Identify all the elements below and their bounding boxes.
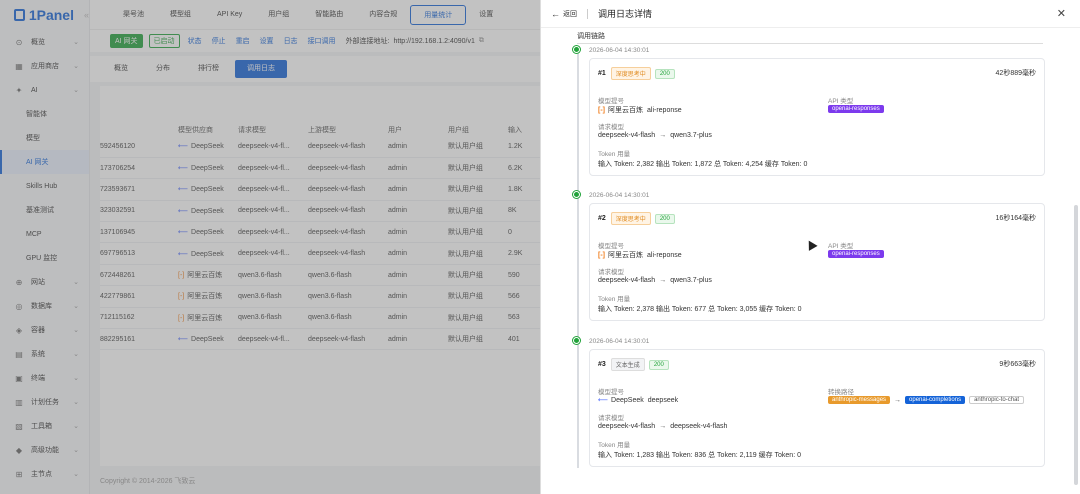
request-model-to: qwen3.7-plus bbox=[670, 132, 712, 139]
model-label: 模型提号 bbox=[598, 98, 624, 105]
back-label: 返回 bbox=[563, 10, 577, 18]
api-type-value: openai-responses bbox=[828, 250, 884, 258]
status-code-badge: 200 bbox=[654, 68, 675, 79]
request-model-value: deepseek-v4-flash → qwen3.7-plus bbox=[598, 277, 712, 284]
request-model-value: deepseek-v4-flash → qwen3.7-plus bbox=[598, 132, 712, 139]
chain-label: 调用链路 bbox=[577, 31, 1043, 44]
arrow-right-icon: → bbox=[894, 396, 902, 404]
back-button[interactable]: ← 返回 bbox=[551, 9, 577, 19]
request-model-value: deepseek-v4-flash → deepseek-v4-flash bbox=[598, 423, 727, 430]
entry-index: #3 bbox=[598, 361, 606, 368]
entry-header: #1 深度思考中 200 bbox=[598, 67, 679, 80]
close-icon[interactable]: ✕ bbox=[1057, 7, 1066, 20]
entry-header: #2 深度思考中 200 bbox=[598, 212, 679, 225]
request-model-to: deepseek-v4-flash bbox=[670, 423, 728, 430]
entry-header: #3 文本生成 200 bbox=[598, 358, 673, 371]
log-entry-card[interactable]: #2 深度思考中 200 16秒164毫秒 模型提号 [-] 阿里云百炼 ali… bbox=[589, 203, 1045, 321]
token-usage-label: Token 用量 bbox=[598, 151, 631, 158]
entry-type-tag: 文本生成 bbox=[610, 358, 645, 371]
provider-name: 阿里云百炼 bbox=[608, 252, 643, 259]
entry-type-tag: 深度思考中 bbox=[610, 67, 651, 80]
path-chip-adapter: anthropic-to-chat bbox=[969, 396, 1025, 404]
entry-index: #2 bbox=[598, 215, 606, 222]
request-model-to: qwen3.7-plus bbox=[670, 277, 712, 284]
timeline-dot bbox=[573, 46, 580, 53]
entry-duration: 16秒164毫秒 bbox=[995, 215, 1036, 222]
entry-timestamp: 2026-06-04 14:30:01 bbox=[589, 338, 650, 345]
aliyun-icon: [-] bbox=[598, 106, 605, 114]
api-type-chip: openai-responses bbox=[828, 250, 884, 258]
api-type-label: API 类型 bbox=[828, 243, 854, 250]
api-type-value: openai-responses bbox=[828, 105, 884, 113]
request-model-label: 请求模型 bbox=[598, 124, 624, 131]
entry-timestamp: 2026-06-04 14:30:01 bbox=[589, 192, 650, 199]
modal-mask[interactable] bbox=[0, 0, 540, 494]
provider-name: 阿里云百炼 bbox=[608, 107, 643, 114]
model-name: deepseek bbox=[647, 396, 679, 404]
entry-duration: 9秒663毫秒 bbox=[999, 361, 1036, 368]
token-usage-value: 输入 Token: 1,283 输出 Token: 836 总 Token: 2… bbox=[598, 452, 801, 459]
token-usage-label: Token 用量 bbox=[598, 442, 631, 449]
log-entry-card[interactable]: #1 深度思考中 200 42秒889毫秒 模型提号 [-] 阿里云百炼 ali… bbox=[589, 58, 1045, 176]
header-divider bbox=[587, 8, 588, 19]
model-name: ali-reponse bbox=[647, 251, 682, 259]
entry-index: #1 bbox=[598, 70, 606, 77]
conversion-path: anthropic-messages → openai-completions … bbox=[828, 396, 1025, 404]
model-value: [-] 阿里云百炼 ali-reponse bbox=[598, 105, 682, 115]
model-value: [-] 阿里云百炼 ali-reponse bbox=[598, 250, 682, 260]
arrow-right-icon: → bbox=[659, 423, 667, 430]
drawer-scrollbar[interactable] bbox=[1074, 205, 1078, 485]
log-entry-card[interactable]: #3 文本生成 200 9秒663毫秒 模型提号 ⟵ DeepSeek deep… bbox=[589, 349, 1045, 467]
status-code-badge: 200 bbox=[648, 359, 669, 370]
model-label: 模型提号 bbox=[598, 243, 624, 250]
status-code-badge: 200 bbox=[654, 213, 675, 224]
request-model-from: deepseek-v4-flash bbox=[598, 277, 656, 284]
entry-duration: 42秒889毫秒 bbox=[995, 70, 1036, 77]
request-model-label: 请求模型 bbox=[598, 269, 624, 276]
path-chip-source: anthropic-messages bbox=[828, 396, 891, 404]
deepseek-icon: ⟵ bbox=[598, 397, 609, 404]
request-model-from: deepseek-v4-flash bbox=[598, 132, 656, 139]
timeline-line bbox=[577, 48, 579, 468]
arrow-right-icon: → bbox=[659, 132, 667, 139]
model-value: ⟵ DeepSeek deepseek bbox=[598, 396, 679, 405]
drawer-header: ← 返回 调用日志详情 ✕ bbox=[541, 0, 1080, 28]
request-model-from: deepseek-v4-flash bbox=[598, 423, 656, 430]
token-usage-value: 输入 Token: 2,378 输出 Token: 677 总 Token: 3… bbox=[598, 306, 802, 313]
request-model-label: 请求模型 bbox=[598, 415, 624, 422]
entry-type-tag: 深度思考中 bbox=[610, 212, 651, 225]
entry-timestamp: 2026-06-04 14:30:01 bbox=[589, 47, 650, 54]
arrow-left-icon: ← bbox=[551, 8, 560, 19]
conversion-path-label: 转换路径 bbox=[828, 389, 854, 396]
token-usage-value: 输入 Token: 2,382 输出 Token: 1,872 总 Token:… bbox=[598, 161, 808, 168]
path-chip-target: openai-completions bbox=[905, 396, 966, 404]
provider-name: DeepSeek bbox=[611, 396, 644, 404]
model-name: ali-reponse bbox=[647, 106, 682, 114]
token-usage-label: Token 用量 bbox=[598, 296, 631, 303]
aliyun-icon: [-] bbox=[598, 251, 605, 259]
timeline-dot bbox=[573, 337, 580, 344]
drawer-title: 调用日志详情 bbox=[598, 9, 653, 19]
model-label: 模型提号 bbox=[598, 389, 624, 396]
timeline-dot bbox=[573, 191, 580, 198]
api-type-label: API 类型 bbox=[828, 98, 854, 105]
api-type-chip: openai-responses bbox=[828, 105, 884, 113]
arrow-right-icon: → bbox=[659, 277, 667, 284]
